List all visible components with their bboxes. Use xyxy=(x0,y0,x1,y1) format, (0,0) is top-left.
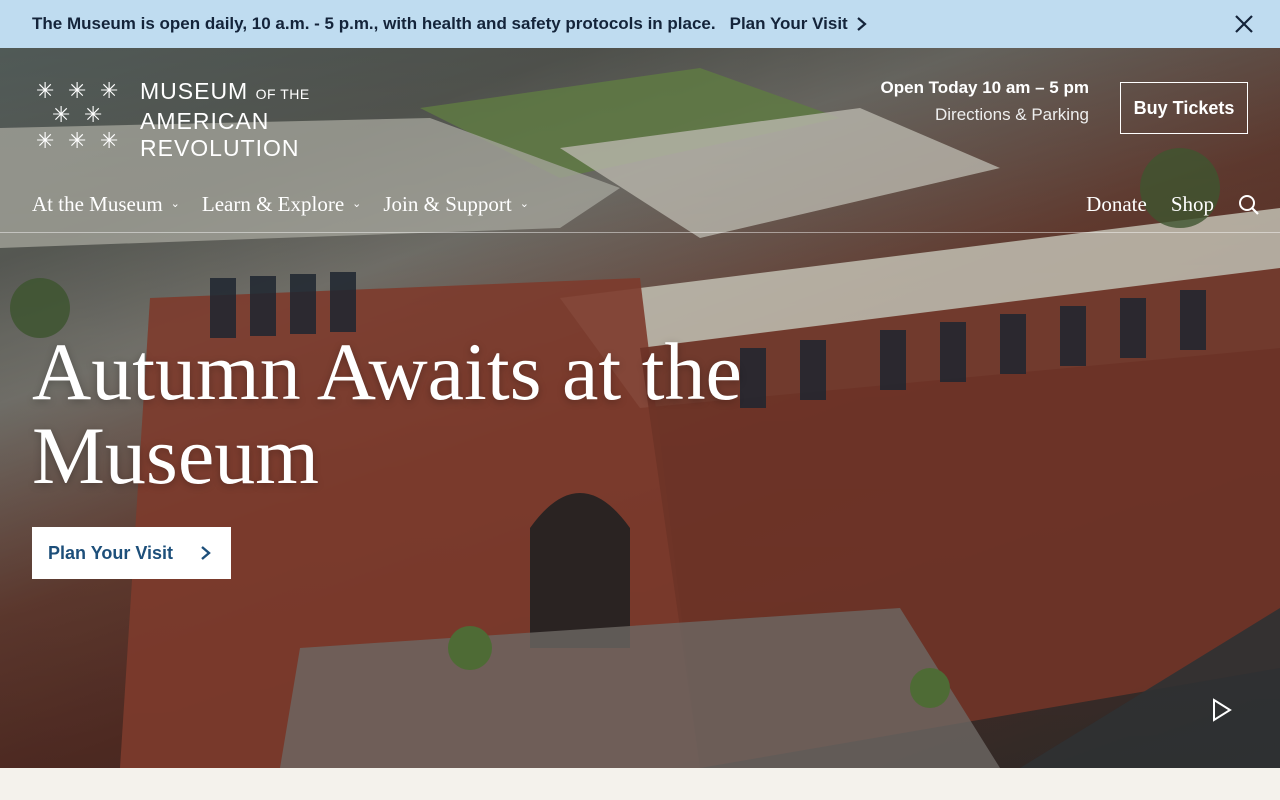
shop-link[interactable]: Shop xyxy=(1171,192,1214,217)
hero-headline: Autumn Awaits at the Museum xyxy=(32,326,742,501)
logo-wordmark: MUSEUM OF THE AMERICAN REVOLUTION xyxy=(140,78,310,162)
svg-text:✳: ✳ xyxy=(36,129,54,154)
buy-tickets-button[interactable]: Buy Tickets xyxy=(1120,82,1248,134)
close-icon[interactable] xyxy=(1232,12,1256,36)
svg-text:✳: ✳ xyxy=(68,79,86,104)
cta-label: Plan Your Visit xyxy=(48,542,174,563)
svg-text:✳: ✳ xyxy=(100,129,118,154)
nav-item-label: Join & Support xyxy=(383,192,512,216)
hours-info: Open Today 10 am – 5 pm Directions & Par… xyxy=(881,78,1089,125)
hero-section: ✳ ✳ ✳ ✳ ✳ ✳ ✳ ✳ MUSEUM OF THE AMERICAN R… xyxy=(0,48,1280,768)
chevron-right-icon xyxy=(201,546,211,560)
chevron-down-icon: ⌄ xyxy=(170,198,180,210)
search-icon[interactable] xyxy=(1238,194,1260,216)
play-icon[interactable] xyxy=(1210,697,1234,723)
svg-text:✳: ✳ xyxy=(36,79,54,104)
logo-line1: MUSEUM xyxy=(140,78,249,104)
chevron-down-icon: ⌄ xyxy=(352,198,362,210)
logo-line3: REVOLUTION xyxy=(140,135,300,161)
nav-item-label: Learn & Explore xyxy=(201,192,345,216)
nav-divider xyxy=(0,232,1280,233)
plan-your-visit-button[interactable]: Plan Your Visit xyxy=(32,527,231,579)
svg-text:✳: ✳ xyxy=(84,103,102,128)
logo-line1-small: OF THE xyxy=(255,86,310,102)
svg-text:✳: ✳ xyxy=(68,129,86,154)
museum-logo[interactable]: ✳ ✳ ✳ ✳ ✳ ✳ ✳ ✳ MUSEUM OF THE AMERICAN R… xyxy=(32,78,310,162)
page-content-strip xyxy=(0,768,1280,800)
alert-link-label: Plan Your Visit xyxy=(729,14,848,33)
alert-banner: The Museum is open daily, 10 a.m. - 5 p.… xyxy=(0,0,1280,48)
alert-plan-visit-link[interactable]: Plan Your Visit xyxy=(730,14,868,34)
main-nav: At the Museum ⌄ Learn & Explore ⌄ Join &… xyxy=(32,192,529,217)
svg-text:✳: ✳ xyxy=(52,103,70,128)
open-today-text: Open Today 10 am – 5 pm xyxy=(880,78,1089,97)
nav-item-label: At the Museum xyxy=(32,192,163,216)
logo-line2: AMERICAN xyxy=(140,108,270,134)
directions-parking-link[interactable]: Directions & Parking xyxy=(881,105,1089,125)
stars-logo-icon: ✳ ✳ ✳ ✳ ✳ ✳ ✳ ✳ xyxy=(36,79,118,154)
nav-item-at-the-museum[interactable]: At the Museum ⌄ xyxy=(32,192,180,217)
nav-item-learn-explore[interactable]: Learn & Explore ⌄ xyxy=(202,192,362,217)
chevron-down-icon: ⌄ xyxy=(519,198,529,210)
utility-nav: Donate Shop xyxy=(1086,192,1260,217)
alert-message: The Museum is open daily, 10 a.m. - 5 p.… xyxy=(32,14,716,33)
chevron-right-icon xyxy=(857,17,867,31)
nav-item-join-support[interactable]: Join & Support ⌄ xyxy=(383,192,529,217)
svg-text:✳: ✳ xyxy=(100,79,118,104)
donate-link[interactable]: Donate xyxy=(1086,192,1147,217)
